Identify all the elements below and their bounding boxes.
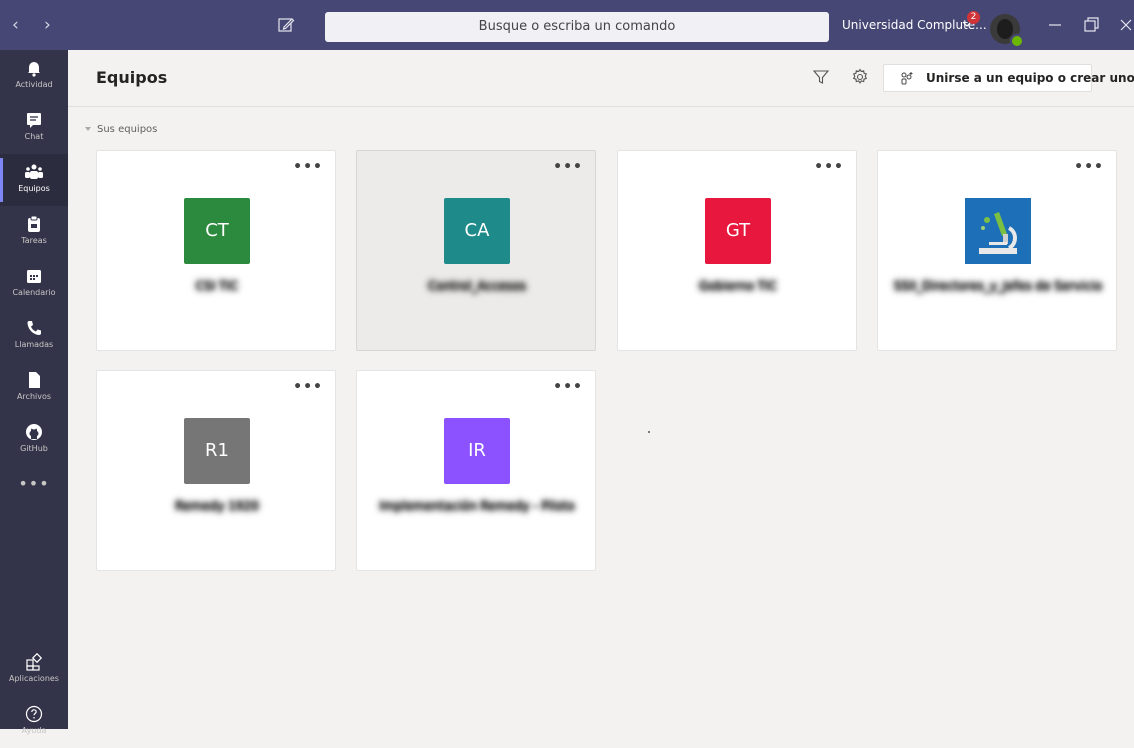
- bell-icon: [28, 62, 40, 77]
- more-options-button[interactable]: •••: [553, 379, 583, 395]
- compose-icon[interactable]: [276, 15, 296, 35]
- stray-pixel: [648, 431, 650, 433]
- app-rail: Actividad Chat Equipos Tareas Calendario: [0, 50, 68, 735]
- rail-item-actividad[interactable]: Actividad: [0, 50, 68, 102]
- maximize-icon[interactable]: [1080, 14, 1102, 36]
- rail-item-aplicaciones[interactable]: Aplicaciones: [0, 644, 68, 696]
- help-icon: [25, 705, 43, 723]
- chat-icon: [27, 113, 41, 128]
- rail-item-github[interactable]: GitHub: [0, 414, 68, 466]
- team-name: Control_Accesos: [428, 279, 526, 293]
- rail-label: GitHub: [20, 444, 48, 453]
- team-avatar: R1: [184, 418, 250, 484]
- rail-label: Tareas: [21, 236, 47, 245]
- team-avatar: CT: [184, 198, 250, 264]
- team-card[interactable]: ••• SSII_Directores_y_Jefes de Servicio: [877, 150, 1117, 351]
- join-or-create-team-button[interactable]: Unirse a un equipo o crear uno: [883, 64, 1134, 92]
- rail-item-equipos[interactable]: Equipos: [0, 154, 68, 206]
- team-avatar: [965, 198, 1031, 264]
- rail-label: Equipos: [18, 184, 50, 193]
- title-bar: ‹ › Busque o escriba un comando Universi…: [0, 0, 1134, 50]
- caret-down-icon: [85, 127, 91, 131]
- back-icon[interactable]: ‹: [12, 15, 19, 35]
- rail-label: Llamadas: [14, 340, 54, 349]
- rail-label: Chat: [24, 132, 44, 141]
- team-name: Implementación Remedy - Piloto: [379, 499, 575, 513]
- forward-icon[interactable]: ›: [44, 15, 51, 35]
- join-button-label: Unirse a un equipo o crear uno: [926, 71, 1134, 85]
- more-options-button[interactable]: •••: [293, 159, 323, 175]
- team-card[interactable]: ••• CA Control_Accesos: [356, 150, 596, 351]
- rail-label: Calendario: [12, 288, 56, 297]
- section-toggle-sus-equipos[interactable]: Sus equipos: [85, 124, 157, 135]
- team-card[interactable]: ••• GT Gobierno TIC: [617, 150, 857, 351]
- rail-item-chat[interactable]: Chat: [0, 102, 68, 154]
- rail-label: Aplicaciones: [9, 674, 59, 683]
- section-label: Sus equipos: [97, 124, 158, 135]
- team-name: Remedy 1920: [175, 499, 259, 513]
- status-available-icon: [1010, 34, 1024, 48]
- gear-icon[interactable]: [851, 68, 869, 86]
- team-name: SSII_Directores_y_Jefes de Servicio: [893, 279, 1103, 293]
- team-card[interactable]: ••• R1 Remedy 1920: [96, 370, 336, 571]
- more-apps-button[interactable]: •••: [0, 474, 68, 493]
- filter-icon[interactable]: [812, 68, 830, 86]
- team-avatar: GT: [705, 198, 771, 264]
- search-input[interactable]: Busque o escriba un comando: [325, 12, 829, 42]
- minimize-icon[interactable]: [1044, 14, 1066, 36]
- calendar-icon: [27, 270, 41, 283]
- page-title: Equipos: [96, 68, 168, 87]
- add-team-icon: [901, 72, 913, 85]
- rail-item-calendario[interactable]: Calendario: [0, 258, 68, 310]
- close-icon[interactable]: [1115, 14, 1134, 36]
- microscope-icon: [965, 198, 1031, 264]
- team-card[interactable]: ••• IR Implementación Remedy - Piloto: [356, 370, 596, 571]
- teams-icon: [25, 164, 43, 179]
- more-options-button[interactable]: •••: [553, 159, 583, 175]
- github-icon: [26, 424, 42, 440]
- rail-item-archivos[interactable]: Archivos: [0, 362, 68, 414]
- rail-label: Actividad: [15, 80, 53, 89]
- rail-item-ayuda[interactable]: Ayuda: [0, 696, 68, 748]
- avatar[interactable]: [990, 14, 1024, 48]
- page-header: Equipos Unirse a un equipo o crear uno: [68, 50, 1134, 107]
- more-options-button[interactable]: •••: [293, 379, 323, 395]
- assignments-icon: [28, 215, 40, 232]
- phone-icon: [27, 321, 41, 335]
- team-avatar: IR: [444, 418, 510, 484]
- notification-badge: 2: [967, 11, 980, 24]
- team-card[interactable]: ••• CT CSI TIC: [96, 150, 336, 351]
- apps-icon: [26, 652, 43, 671]
- rail-label: Archivos: [16, 392, 52, 401]
- rail-label: Ayuda: [21, 726, 47, 735]
- files-icon: [29, 372, 40, 388]
- team-avatar: CA: [444, 198, 510, 264]
- team-name: CSI TIC: [195, 279, 239, 293]
- more-options-button[interactable]: •••: [814, 159, 844, 175]
- team-name: Gobierno TIC: [699, 279, 777, 293]
- more-options-button[interactable]: •••: [1074, 159, 1104, 175]
- rail-item-tareas[interactable]: Tareas: [0, 206, 68, 258]
- rail-item-llamadas[interactable]: Llamadas: [0, 310, 68, 362]
